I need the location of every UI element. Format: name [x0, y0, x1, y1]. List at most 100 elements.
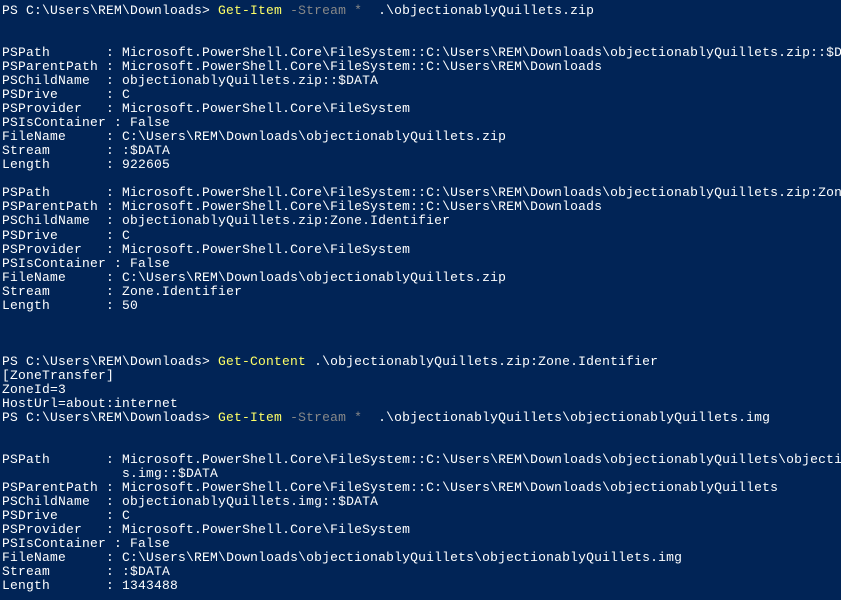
field-label: Length	[2, 578, 106, 593]
cmdlet-name: Get-Content	[218, 354, 306, 369]
cmdlet-name: Get-Item	[218, 3, 282, 18]
terminal-output[interactable]: PS C:\Users\REM\Downloads> Get-Item -Str…	[2, 4, 839, 593]
field-label: PSPath	[2, 452, 106, 467]
output-row: PSPath : Microsoft.PowerShell.Core\FileS…	[2, 46, 839, 60]
output-row: Length : 50	[2, 299, 839, 313]
field-label: Stream	[2, 284, 106, 299]
field-value: 922605	[122, 157, 170, 172]
field-label: PSParentPath	[2, 199, 106, 214]
field-label: PSProvider	[2, 242, 106, 257]
output-row: PSDrive : C	[2, 88, 839, 102]
blank-line	[2, 313, 839, 327]
cmdlet-name: Get-Item	[218, 410, 282, 425]
field-label: PSParentPath	[2, 480, 106, 495]
field-value: :$DATA	[122, 143, 170, 158]
output-row: Stream : :$DATA	[2, 565, 839, 579]
output-row: PSPath : Microsoft.PowerShell.Core\FileS…	[2, 453, 839, 467]
prompt-text: PS C:\Users\REM\Downloads>	[2, 410, 218, 425]
output-block-2: PSPath : Microsoft.PowerShell.Core\FileS…	[2, 186, 839, 312]
field-value: C	[122, 508, 130, 523]
field-label: FileName	[2, 550, 106, 565]
output-row: PSIsContainer : False	[2, 257, 839, 271]
field-label: PSPath	[2, 45, 106, 60]
content-output-line: ZoneId=3	[2, 383, 839, 397]
output-row: PSParentPath : Microsoft.PowerShell.Core…	[2, 481, 839, 495]
field-value: C:\Users\REM\Downloads\objectionablyQuil…	[122, 270, 506, 285]
prompt-line-1: PS C:\Users\REM\Downloads> Get-Item -Str…	[2, 4, 839, 18]
field-label: Stream	[2, 143, 106, 158]
output-row: PSParentPath : Microsoft.PowerShell.Core…	[2, 200, 839, 214]
output-row: FileName : C:\Users\REM\Downloads\object…	[2, 551, 839, 565]
field-value: C	[122, 228, 130, 243]
blank-line	[2, 172, 839, 186]
field-label: FileName	[2, 129, 106, 144]
output-row: PSIsContainer : False	[2, 537, 839, 551]
blank-line	[2, 327, 839, 341]
field-label: PSProvider	[2, 522, 106, 537]
field-label: PSDrive	[2, 87, 106, 102]
blank-line	[2, 18, 839, 32]
field-label: PSDrive	[2, 228, 106, 243]
content-output-line: [ZoneTransfer]	[2, 369, 839, 383]
field-label: Length	[2, 157, 106, 172]
output-block-1: PSPath : Microsoft.PowerShell.Core\FileS…	[2, 46, 839, 172]
output-block-3: PSPath : Microsoft.PowerShell.Core\FileS…	[2, 453, 839, 593]
field-label: PSPath	[2, 185, 106, 200]
output-row: PSProvider : Microsoft.PowerShell.Core\F…	[2, 243, 839, 257]
content-output-line: HostUrl=about:internet	[2, 397, 839, 411]
field-label: PSChildName	[2, 73, 106, 88]
field-value: s.img::$DATA	[122, 466, 218, 481]
output-row: PSIsContainer : False	[2, 116, 839, 130]
field-value: C	[122, 87, 130, 102]
field-label: FileName	[2, 270, 106, 285]
blank-line	[2, 439, 839, 453]
field-label: PSProvider	[2, 101, 106, 116]
cmd-arg: .\objectionablyQuillets.zip	[362, 3, 594, 18]
field-value: C:\Users\REM\Downloads\objectionablyQuil…	[122, 129, 506, 144]
cmd-arg: .\objectionablyQuillets.zip:Zone.Identif…	[306, 354, 658, 369]
output-row: PSProvider : Microsoft.PowerShell.Core\F…	[2, 102, 839, 116]
field-label: PSParentPath	[2, 59, 106, 74]
cmd-param: -Stream *	[282, 410, 362, 425]
output-row: PSParentPath : Microsoft.PowerShell.Core…	[2, 60, 839, 74]
field-value: False	[130, 256, 170, 271]
prompt-text: PS C:\Users\REM\Downloads>	[2, 354, 218, 369]
field-value: Microsoft.PowerShell.Core\FileSystem::C:…	[122, 185, 841, 200]
field-label: Length	[2, 298, 106, 313]
prompt-text: PS C:\Users\REM\Downloads>	[2, 3, 218, 18]
output-row: Stream : Zone.Identifier	[2, 285, 839, 299]
output-row: PSChildName : objectionablyQuillets.zip:…	[2, 74, 839, 88]
prompt-line-3: PS C:\Users\REM\Downloads> Get-Item -Str…	[2, 411, 839, 425]
output-row: PSDrive : C	[2, 509, 839, 523]
field-value: Microsoft.PowerShell.Core\FileSystem::C:…	[122, 480, 778, 495]
field-label: PSChildName	[2, 213, 106, 228]
field-value: 50	[122, 298, 138, 313]
output-row: FileName : C:\Users\REM\Downloads\object…	[2, 130, 839, 144]
blank-line	[2, 425, 839, 439]
field-value: C:\Users\REM\Downloads\objectionablyQuil…	[122, 550, 682, 565]
field-value: 1343488	[122, 578, 178, 593]
field-value: False	[130, 536, 170, 551]
field-label: PSIsContainer	[2, 256, 106, 271]
blank-line	[2, 341, 839, 355]
field-label: Stream	[2, 564, 106, 579]
output-row: PSPath : Microsoft.PowerShell.Core\FileS…	[2, 186, 839, 200]
output-row: Length : 922605	[2, 158, 839, 172]
prompt-line-2: PS C:\Users\REM\Downloads> Get-Content .…	[2, 355, 839, 369]
cmd-param: -Stream *	[282, 3, 362, 18]
blank-line	[2, 32, 839, 46]
field-value: Microsoft.PowerShell.Core\FileSystem	[122, 522, 410, 537]
field-label	[2, 466, 106, 481]
field-value: False	[130, 115, 170, 130]
field-value: Microsoft.PowerShell.Core\FileSystem	[122, 101, 410, 116]
field-value: Microsoft.PowerShell.Core\FileSystem::C:…	[122, 45, 841, 60]
output-row: PSDrive : C	[2, 229, 839, 243]
field-value: Zone.Identifier	[122, 284, 242, 299]
output-row: FileName : C:\Users\REM\Downloads\object…	[2, 271, 839, 285]
field-value: Microsoft.PowerShell.Core\FileSystem::C:…	[122, 452, 841, 467]
field-value: objectionablyQuillets.zip::$DATA	[122, 73, 378, 88]
output-row: PSProvider : Microsoft.PowerShell.Core\F…	[2, 523, 839, 537]
output-row: s.img::$DATA	[2, 467, 839, 481]
field-value: objectionablyQuillets.img::$DATA	[122, 494, 378, 509]
field-label: PSIsContainer	[2, 115, 106, 130]
